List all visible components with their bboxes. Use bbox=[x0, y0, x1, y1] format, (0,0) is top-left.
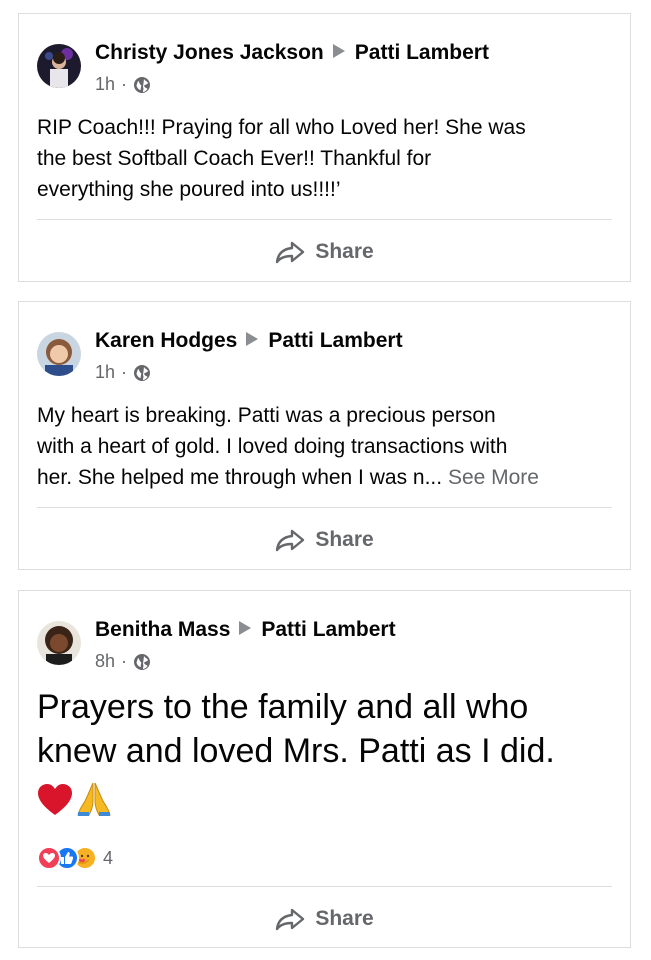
see-more-link[interactable]: See More bbox=[448, 466, 539, 489]
author-avatar[interactable] bbox=[37, 621, 81, 665]
folded-hands-icon bbox=[77, 782, 111, 816]
post-meta: 1h · bbox=[95, 362, 151, 383]
post-card: Christy Jones Jackson Patti Lambert 1h · … bbox=[18, 13, 631, 282]
post-meta: 8h · bbox=[95, 651, 151, 672]
meta-separator: · bbox=[121, 74, 128, 94]
share-icon bbox=[276, 241, 305, 264]
post-card: Karen Hodges Patti Lambert 1h · My heart … bbox=[18, 301, 631, 570]
share-label: Share bbox=[315, 528, 374, 551]
post-names: Karen Hodges Patti Lambert bbox=[95, 329, 403, 353]
love-reaction-icon bbox=[37, 846, 61, 870]
post-text-fragment: her. She helped me through when I was n.… bbox=[37, 466, 443, 489]
post-time[interactable]: 1h bbox=[95, 362, 115, 383]
divider bbox=[37, 507, 612, 508]
reactions-summary[interactable]: 4 bbox=[37, 846, 113, 870]
author-name[interactable]: Christy Jones Jackson bbox=[95, 41, 324, 64]
post-time[interactable]: 8h bbox=[95, 651, 115, 672]
post-names: Christy Jones Jackson Patti Lambert bbox=[95, 41, 489, 65]
share-button[interactable]: Share bbox=[19, 525, 630, 555]
post-text-line: knew and loved Mrs. Patti as I did. bbox=[37, 732, 555, 770]
divider bbox=[37, 886, 612, 887]
post-header: Karen Hodges Patti Lambert 1h · bbox=[37, 329, 616, 382]
share-button[interactable]: Share bbox=[19, 904, 630, 934]
post-text-line: the best Softball Coach Ever!! Thankful … bbox=[37, 147, 432, 170]
target-name[interactable]: Patti Lambert bbox=[355, 41, 489, 64]
share-icon bbox=[276, 908, 305, 931]
post-text-line: her. She helped me through when I was n.… bbox=[37, 462, 612, 493]
post-text-line: everything she poured into us!!!!’ bbox=[37, 178, 341, 201]
post-text-line: My heart is breaking. Patti was a precio… bbox=[37, 404, 496, 427]
post-text: My heart is breaking. Patti was a precio… bbox=[37, 400, 612, 493]
post-card: Benitha Mass Patti Lambert 8h · Prayers t… bbox=[18, 590, 631, 948]
author-name[interactable]: Benitha Mass bbox=[95, 618, 230, 641]
globe-icon bbox=[134, 76, 151, 93]
post-text-line: RIP Coach!!! Praying for all who Loved h… bbox=[37, 116, 526, 139]
reaction-count[interactable]: 4 bbox=[103, 848, 113, 869]
post-text: RIP Coach!!! Praying for all who Loved h… bbox=[37, 112, 612, 205]
globe-icon bbox=[134, 364, 151, 381]
divider bbox=[37, 219, 612, 220]
globe-icon bbox=[134, 653, 151, 670]
post-time[interactable]: 1h bbox=[95, 74, 115, 95]
meta-separator: · bbox=[121, 651, 128, 671]
post-meta: 1h · bbox=[95, 74, 151, 95]
arrow-right-icon bbox=[246, 332, 259, 346]
target-name[interactable]: Patti Lambert bbox=[261, 618, 395, 641]
arrow-right-icon bbox=[239, 621, 252, 635]
author-avatar[interactable] bbox=[37, 332, 81, 376]
post-text-large: Prayers to the family and all who knew a… bbox=[37, 685, 620, 773]
emoji-row bbox=[37, 781, 111, 817]
author-avatar[interactable] bbox=[37, 44, 81, 88]
target-name[interactable]: Patti Lambert bbox=[268, 329, 402, 352]
post-names: Benitha Mass Patti Lambert bbox=[95, 618, 396, 642]
share-icon bbox=[276, 529, 305, 552]
share-label: Share bbox=[315, 907, 374, 930]
share-label: Share bbox=[315, 240, 374, 263]
meta-separator: · bbox=[121, 362, 128, 382]
red-heart-icon bbox=[38, 784, 72, 815]
author-name[interactable]: Karen Hodges bbox=[95, 329, 237, 352]
post-text-line: Prayers to the family and all who bbox=[37, 688, 529, 726]
share-button[interactable]: Share bbox=[19, 237, 630, 267]
post-text-line: with a heart of gold. I loved doing tran… bbox=[37, 435, 508, 458]
post-header: Benitha Mass Patti Lambert 8h · bbox=[37, 618, 616, 671]
post-header: Christy Jones Jackson Patti Lambert 1h · bbox=[37, 41, 616, 94]
arrow-right-icon bbox=[332, 44, 345, 58]
